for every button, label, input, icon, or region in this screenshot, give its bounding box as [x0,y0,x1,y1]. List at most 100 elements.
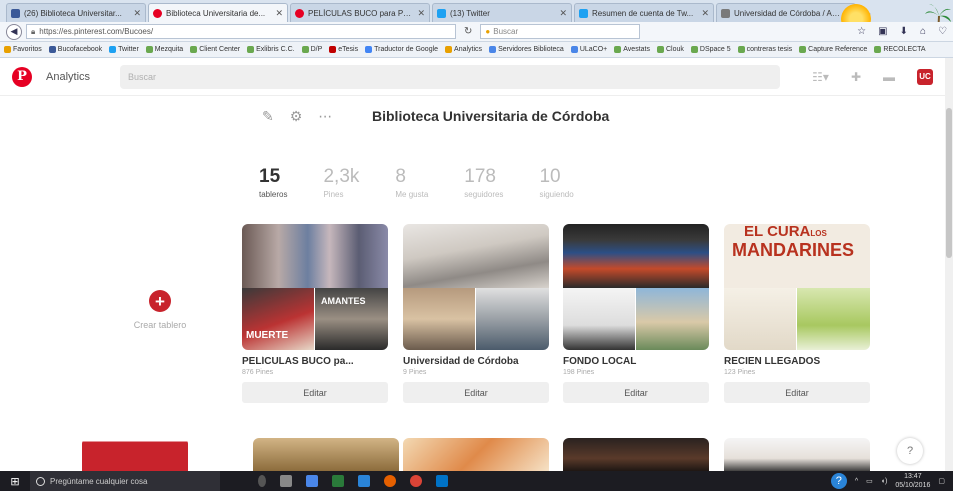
plus-icon[interactable]: ✚ [851,70,861,84]
pinterest-logo[interactable]: P [12,66,32,87]
notifications-icon[interactable]: ▢ [938,477,945,485]
bookmark-item[interactable]: Twitter [109,46,139,53]
board-card-peliculas[interactable]: MUERTE AMANTES PELÍCULAS BUCO pa... 876 … [242,224,388,403]
bookmark-item[interactable]: D/P [301,46,322,53]
bookmark-item[interactable]: contreras tesis [737,46,792,53]
analytics-link[interactable]: Analytics [46,71,90,83]
board-card-fondo-local[interactable]: FONDO LOCAL 198 Pines Editar [563,224,709,403]
more-icon[interactable]: ⋯ [318,108,332,125]
board-card-recien-llegados[interactable]: EL CURALOS MANDARINES RECIEN LLEGADOS 12… [724,224,870,403]
settings-icon[interactable]: ⚙ [290,108,303,125]
browser-tab-pinterest-profile[interactable]: Biblioteca Universitaria de... ✕ [148,3,288,22]
board-cover[interactable]: EL CURALOS MANDARINES [724,224,870,350]
board-card-partial[interactable] [253,438,399,472]
create-board-button[interactable]: + Crear tablero [110,290,210,330]
bookmark-item[interactable]: Capture Reference [799,46,867,53]
edit-board-button[interactable]: Editar [403,382,549,403]
board-card-partial[interactable] [82,438,188,472]
outlook-icon[interactable] [436,475,448,487]
message-icon[interactable]: ▬ [883,70,895,84]
edit-board-button[interactable]: Editar [242,382,388,403]
stat-followers[interactable]: 178 seguidores [464,166,503,199]
bookmark-item[interactable]: RECOLECTA [874,46,926,53]
bookmark-item[interactable]: Exlibris C.C. [247,46,295,53]
volume-icon[interactable]: ◖) [881,478,888,485]
board-card-universidad[interactable]: Universidad de Córdoba 9 Pines Editar [403,224,549,403]
system-tray: ? ^ ▭ ◖) 13:47 05/10/2016 ▢ [830,472,953,490]
pencil-icon[interactable]: ✎ [262,108,274,125]
task-view-icon[interactable] [280,475,292,487]
download-icon[interactable]: ⬇ [900,26,908,37]
close-icon[interactable]: ✕ [275,8,283,19]
board-title[interactable]: PELÍCULAS BUCO pa... [242,356,388,367]
board-cover[interactable] [403,224,549,350]
chrome-icon[interactable] [410,475,422,487]
help-button[interactable]: ? [897,438,923,464]
stat-boards[interactable]: 15 tableros [259,166,287,199]
bookmark-item[interactable]: ULaCO+ [570,46,607,53]
taskbar-search-text: Pregúntame cualquier cosa [50,476,148,486]
bookmark-item[interactable]: eTesis [329,46,358,53]
edit-board-button[interactable]: Editar [563,382,709,403]
windows-start-icon[interactable]: ⊞ [0,475,30,488]
close-icon[interactable]: ✕ [559,8,567,19]
board-cover[interactable] [563,224,709,350]
board-title[interactable]: RECIEN LLEGADOS [724,356,870,367]
back-button[interactable]: ◀ [6,23,22,40]
taskbar-search[interactable]: Pregúntame cualquier cosa [30,471,220,491]
board-card-partial[interactable] [563,438,709,472]
close-icon[interactable]: ✕ [417,8,425,19]
bookmark-item[interactable]: Avestats [614,46,650,53]
pocket-icon[interactable]: ♡ [938,26,947,37]
profile-avatar-icon[interactable]: UC [917,68,933,85]
stat-likes[interactable]: 8 Me gusta [395,166,428,199]
url-field[interactable]: 🔒︎ https://es.pinterest.com/Bucoes/ [26,24,456,39]
browser-tab-twitter-summary[interactable]: Resumen de cuenta de Tw... ✕ [574,3,714,22]
bookmark-item[interactable]: Favoritos [4,46,42,53]
bookmark-item[interactable]: Servidores Biblioteca [489,46,564,53]
star-icon[interactable]: ☆ [857,26,866,37]
close-icon[interactable]: ✕ [133,8,141,19]
cover-text-muerte: MUERTE [246,330,289,341]
grid-menu-icon[interactable]: ☷▾ [812,70,829,84]
close-icon[interactable]: ✕ [701,8,709,19]
reload-icon[interactable]: ↻ [464,26,472,37]
board-card-partial[interactable] [403,438,549,472]
clipboard-icon[interactable]: ▣ [878,26,887,37]
lock-icon: 🔒︎ [31,26,36,36]
home-icon[interactable]: ⌂ [920,26,926,37]
bookmark-item[interactable]: Analytics [445,46,482,53]
tray-arrow-icon[interactable]: ^ [855,478,858,485]
people-icon[interactable] [306,475,318,487]
stat-following[interactable]: 10 siguiendo [539,166,573,199]
scrollbar-thumb[interactable] [946,108,952,258]
bookmark-item[interactable]: Mezquita [145,46,183,53]
board-card-partial[interactable] [724,438,870,472]
assistant-icon[interactable]: ? [830,473,847,489]
bookmark-item[interactable]: Traductor de Google [365,46,438,53]
board-cover[interactable]: MUERTE AMANTES [242,224,388,350]
cover-text-mandarines: MANDARINES [732,240,855,260]
microphone-icon[interactable] [258,475,266,487]
edge-browser-icon[interactable] [358,475,370,487]
bookmark-item[interactable]: Clouk [656,46,684,53]
calculator-icon[interactable] [332,475,344,487]
bookmark-icon [109,46,117,53]
board-title[interactable]: FONDO LOCAL [563,356,709,367]
clock[interactable]: 13:47 05/10/2016 [895,472,930,490]
firefox-icon[interactable] [384,475,396,487]
bookmark-item[interactable]: Client Center [190,46,240,53]
browser-search-field[interactable]: ● Buscar [480,24,641,39]
stat-pins[interactable]: 2,3k Pines [323,166,359,199]
edit-board-button[interactable]: Editar [724,382,870,403]
page-scrollbar[interactable] [945,58,953,471]
browser-tab-facebook[interactable]: (26) Biblioteca Universitar... ✕ [6,3,146,22]
bookmark-item[interactable]: Bucofacebook [48,46,102,53]
browser-tab-twitter[interactable]: (13) Twitter ✕ [432,3,572,22]
board-title[interactable]: Universidad de Córdoba [403,356,549,367]
browser-tab-pinterest-board[interactable]: PELÍCULAS BUCO para PR... ✕ [290,3,430,22]
browser-tab-university[interactable]: Universidad de Córdoba / All L... ✕ [716,3,856,22]
network-icon[interactable]: ▭ [866,477,873,485]
bookmark-item[interactable]: DSpace 5 [690,46,731,53]
pinterest-search-input[interactable]: Buscar [120,64,781,89]
